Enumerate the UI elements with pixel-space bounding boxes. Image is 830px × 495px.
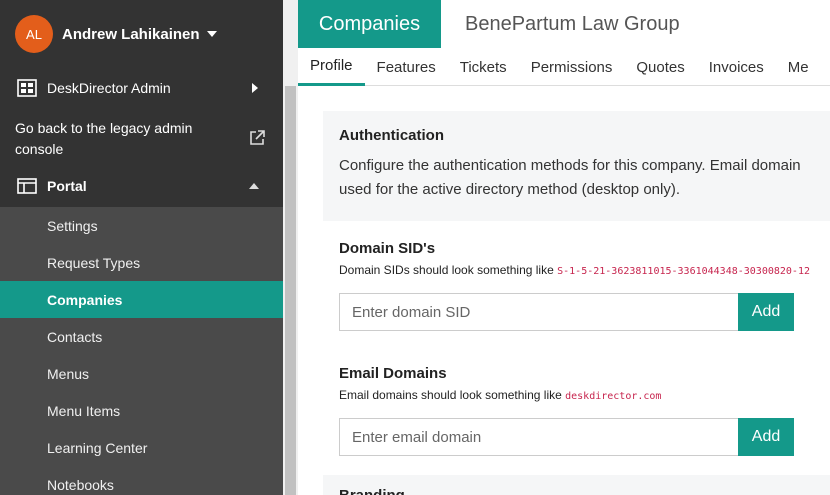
nav-legacy-console[interactable]: Go back to the legacy admin console: [15, 118, 215, 160]
sidebar-item-contacts[interactable]: Contacts: [0, 318, 283, 355]
user-menu[interactable]: AL Andrew Lahikainen: [0, 0, 283, 68]
email-domain-hint-text: Email domains should look something like: [339, 388, 562, 402]
domain-sid-input[interactable]: [339, 293, 738, 331]
authentication-description-line1: Configure the authentication methods for…: [339, 157, 801, 174]
branding-heading: Branding: [339, 487, 405, 495]
email-domain-input[interactable]: [339, 418, 738, 456]
caret-down-icon: [206, 31, 217, 37]
sidebar: AL Andrew Lahikainen DeskDirector Admin …: [0, 0, 283, 495]
sidebar-item-menu-items[interactable]: Menu Items: [0, 392, 283, 429]
admin-grid-icon: [17, 79, 37, 97]
tab-permissions[interactable]: Permissions: [519, 48, 625, 86]
title-bar: Companies BenePartum Law Group: [298, 0, 830, 48]
tab-quotes[interactable]: Quotes: [624, 48, 696, 86]
domain-sid-section: Domain SID's Domain SIDs should look som…: [339, 240, 819, 277]
tab-profile[interactable]: Profile: [298, 48, 365, 86]
authentication-description-line2: used for the active directory method (de…: [339, 181, 681, 198]
tab-invoices[interactable]: Invoices: [697, 48, 776, 86]
nav-deskdirector-admin[interactable]: DeskDirector Admin: [0, 76, 283, 100]
avatar: AL: [15, 15, 53, 53]
tab-bar: Profile Features Tickets Permissions Quo…: [298, 48, 830, 86]
sidebar-item-menus[interactable]: Menus: [0, 355, 283, 392]
chevron-right-icon: [252, 83, 258, 93]
tab-features[interactable]: Features: [365, 48, 448, 86]
sidebar-scrollbar[interactable]: [283, 0, 298, 495]
tab-tickets[interactable]: Tickets: [448, 48, 519, 86]
email-domain-heading: Email Domains: [339, 365, 447, 382]
add-email-domain-button[interactable]: Add: [738, 418, 794, 456]
chevron-up-icon: [249, 183, 259, 189]
tab-more[interactable]: Me: [776, 48, 821, 86]
sidebar-item-learning-center[interactable]: Learning Center: [0, 429, 283, 466]
section-title[interactable]: Companies: [298, 0, 441, 48]
nav-portal-label: Portal: [47, 178, 87, 194]
user-name: Andrew Lahikainen: [62, 25, 200, 43]
branding-card: Branding: [323, 475, 830, 495]
email-domain-input-group: Add: [339, 418, 794, 456]
external-link-icon[interactable]: [249, 130, 265, 146]
portal-window-icon: [17, 177, 37, 195]
authentication-card: Authentication Configure the authenticat…: [323, 111, 830, 221]
sidebar-item-notebooks[interactable]: Notebooks: [0, 466, 283, 495]
email-domain-section: Email Domains Email domains should look …: [339, 365, 819, 402]
sidebar-item-companies[interactable]: Companies: [0, 281, 283, 318]
authentication-description: Configure the authentication methods for…: [339, 154, 827, 202]
nav-portal[interactable]: Portal: [0, 174, 283, 198]
domain-sid-hint: Domain SIDs should look something like S…: [339, 263, 819, 277]
authentication-heading: Authentication: [339, 127, 444, 144]
add-domain-sid-button[interactable]: Add: [738, 293, 794, 331]
email-domain-hint: Email domains should look something like…: [339, 388, 819, 402]
portal-subnav: Settings Request Types Companies Contact…: [0, 207, 283, 495]
domain-sid-hint-text: Domain SIDs should look something like: [339, 263, 554, 277]
company-name: BenePartum Law Group: [465, 13, 680, 35]
scrollbar-thumb[interactable]: [285, 86, 296, 495]
domain-sid-heading: Domain SID's: [339, 240, 436, 257]
domain-sid-example: S-1-5-21-3623811015-3361044348-30300820-…: [557, 266, 810, 277]
domain-sid-input-group: Add: [339, 293, 794, 331]
sidebar-item-settings[interactable]: Settings: [0, 207, 283, 244]
nav-deskdirector-admin-label: DeskDirector Admin: [47, 80, 171, 96]
main-content: Companies BenePartum Law Group Profile F…: [298, 0, 830, 495]
email-domain-example: deskdirector.com: [565, 391, 662, 402]
sidebar-item-request-types[interactable]: Request Types: [0, 244, 283, 281]
